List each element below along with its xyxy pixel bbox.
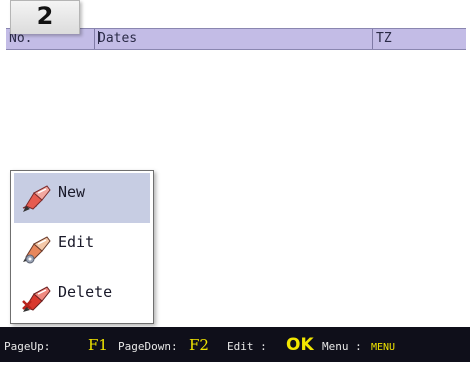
softkey-menu-key-label: MENU: [371, 342, 396, 353]
screen: No. Dates TZ 2 New Edit Delete PageUp: F…: [0, 0, 470, 362]
softkey-f1[interactable]: F1: [88, 327, 108, 363]
menu-item-edit[interactable]: Edit: [14, 223, 150, 273]
softkey-f2[interactable]: F2: [189, 327, 209, 363]
softkey-bar: PageUp: F1 PageDown: F2 Edit : OK Menu :…: [0, 327, 470, 362]
softkey-ok[interactable]: OK: [286, 327, 314, 363]
menu-item-edit-label: Edit: [58, 233, 95, 251]
softkey-edit[interactable]: Edit :: [227, 327, 267, 364]
delete-pencil-icon: [22, 286, 51, 312]
softkey-edit-label: Edit :: [227, 340, 267, 353]
column-header-dates[interactable]: Dates: [94, 29, 372, 49]
softkey-f1-key: F1: [88, 336, 108, 354]
edit-pencil-icon: [23, 236, 51, 264]
softkey-ok-key: OK: [286, 335, 314, 355]
step-badge: 2: [10, 0, 80, 34]
column-header-dates-label: Dates: [98, 31, 138, 46]
softkey-f2-key: F2: [189, 336, 209, 354]
softkey-pagedown[interactable]: PageDown:: [118, 327, 178, 364]
column-header-tz-label: TZ: [376, 31, 392, 46]
softkey-pageup-label: PageUp:: [4, 340, 51, 353]
step-number: 2: [36, 2, 54, 30]
menu-item-new[interactable]: New: [14, 173, 150, 223]
menu-item-delete-label: Delete: [58, 283, 113, 301]
softkey-menu-key[interactable]: MENU: [371, 327, 395, 365]
menu-item-delete[interactable]: Delete: [14, 273, 150, 323]
column-header-tz[interactable]: TZ: [372, 29, 466, 49]
softkey-pageup[interactable]: PageUp:: [4, 327, 50, 364]
context-menu: New Edit Delete: [10, 170, 154, 324]
softkey-pagedown-label: PageDown:: [118, 340, 178, 353]
menu-item-new-label: New: [58, 183, 86, 201]
new-pencil-icon: [22, 185, 51, 212]
softkey-menu[interactable]: Menu :: [322, 327, 362, 364]
softkey-menu-label: Menu :: [322, 340, 362, 353]
